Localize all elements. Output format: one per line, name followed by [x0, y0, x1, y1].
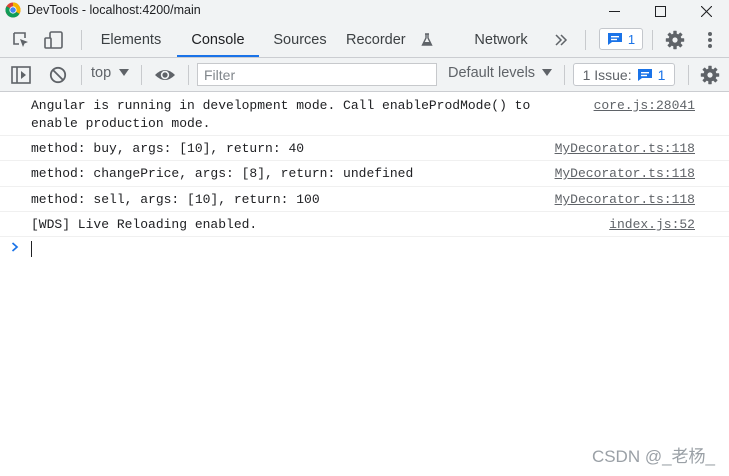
toolbar-divider — [652, 30, 653, 50]
prompt-chevron-icon — [11, 242, 19, 252]
gear-icon — [665, 30, 685, 50]
tab-elements[interactable]: Elements — [90, 22, 172, 57]
flask-icon — [421, 33, 433, 46]
show-sidebar-button[interactable] — [10, 65, 32, 85]
live-expression-button[interactable] — [152, 66, 178, 84]
issues-count: 1 — [657, 66, 666, 83]
settings-button[interactable] — [664, 29, 686, 51]
maximize-icon — [654, 5, 666, 17]
toolbar-divider — [81, 65, 82, 85]
console-message: Angular is running in development mode. … — [0, 92, 729, 136]
console-message-text: method: changePrice, args: [8], return: … — [31, 166, 414, 181]
devtools-tab-bar: Elements Console Sources Recorder Networ… — [0, 22, 729, 58]
console-message-text: method: sell, args: [10], return: 100 — [31, 192, 320, 207]
gear-icon — [700, 65, 720, 85]
watermark: CSDN @_老杨_ — [591, 447, 715, 466]
console-message-text: [WDS] Live Reloading enabled. — [31, 217, 258, 232]
more-options-button[interactable] — [700, 29, 720, 51]
clear-console-button[interactable] — [47, 65, 69, 85]
console-toolbar: top Default levels 1 Issue: 1 — [0, 58, 729, 92]
console-settings-button[interactable] — [699, 64, 721, 86]
double-chevron-right-icon — [555, 34, 568, 46]
minimize-icon — [608, 10, 620, 12]
tab-recorder-label: Recorder — [346, 32, 406, 48]
issues-button[interactable]: 1 Issue: 1 — [573, 63, 675, 86]
message-icon — [607, 33, 622, 45]
window-title: DevTools - localhost:4200/main — [27, 3, 201, 17]
tab-recorder[interactable]: Recorder — [346, 22, 416, 57]
dropdown-arrow-icon — [119, 69, 130, 76]
sidebar-toggle-icon — [11, 66, 31, 84]
context-selector[interactable]: top — [91, 65, 130, 81]
console-message: method: changePrice, args: [8], return: … — [0, 161, 729, 187]
log-levels-dropdown[interactable]: Default levels — [448, 65, 553, 81]
filter-input[interactable] — [197, 63, 437, 86]
console-message: method: sell, args: [10], return: 100 My… — [0, 187, 729, 212]
toolbar-divider — [564, 65, 565, 85]
clear-console-icon — [49, 66, 67, 84]
console-message-source-link[interactable]: MyDecorator.ts:118 — [555, 191, 695, 209]
toolbar-divider — [81, 30, 82, 50]
messages-badge[interactable]: 1 — [599, 28, 643, 50]
log-levels-label: Default levels — [448, 65, 536, 81]
context-selector-label: top — [91, 65, 112, 81]
toolbar-divider — [688, 65, 689, 85]
maximize-button[interactable] — [637, 0, 683, 22]
toolbar-divider — [585, 30, 586, 50]
eye-icon — [155, 70, 175, 80]
chrome-logo-icon — [5, 2, 21, 18]
console-message: [WDS] Live Reloading enabled. index.js:5… — [0, 212, 729, 237]
console-message-text: method: buy, args: [10], return: 40 — [31, 141, 305, 156]
messages-count: 1 — [627, 31, 636, 47]
console-message-text: Angular is running in development mode. … — [31, 98, 531, 131]
issues-label: 1 Issue: — [582, 66, 632, 83]
window-titlebar: DevTools - localhost:4200/main — [0, 0, 729, 22]
text-caret — [31, 241, 32, 257]
console-message-source-link[interactable]: index.js:52 — [609, 216, 695, 234]
console-message-source-link[interactable]: MyDecorator.ts:118 — [555, 165, 695, 183]
console-message-source-link[interactable]: core.js:28041 — [594, 97, 695, 115]
console-message: method: buy, args: [10], return: 40 MyDe… — [0, 136, 729, 161]
tab-console[interactable]: Console — [177, 22, 259, 57]
console-message-source-link[interactable]: MyDecorator.ts:118 — [555, 140, 695, 158]
close-button[interactable] — [683, 0, 729, 22]
toolbar-divider — [188, 65, 189, 85]
device-toolbar-button[interactable] — [42, 30, 66, 50]
tab-sources[interactable]: Sources — [263, 22, 337, 57]
toolbar-divider — [141, 65, 142, 85]
minimize-button[interactable] — [591, 0, 637, 22]
console-output: Angular is running in development mode. … — [0, 92, 729, 261]
vertical-ellipsis-icon — [708, 32, 712, 48]
dropdown-arrow-icon — [542, 69, 553, 76]
inspect-element-icon — [13, 32, 28, 47]
close-icon — [700, 5, 712, 17]
inspect-element-button[interactable] — [10, 30, 32, 50]
tab-network[interactable]: Network — [463, 22, 539, 57]
device-toolbar-icon — [44, 31, 63, 49]
console-prompt[interactable] — [0, 237, 729, 261]
message-icon — [637, 68, 652, 81]
more-tabs-button[interactable] — [551, 31, 571, 49]
